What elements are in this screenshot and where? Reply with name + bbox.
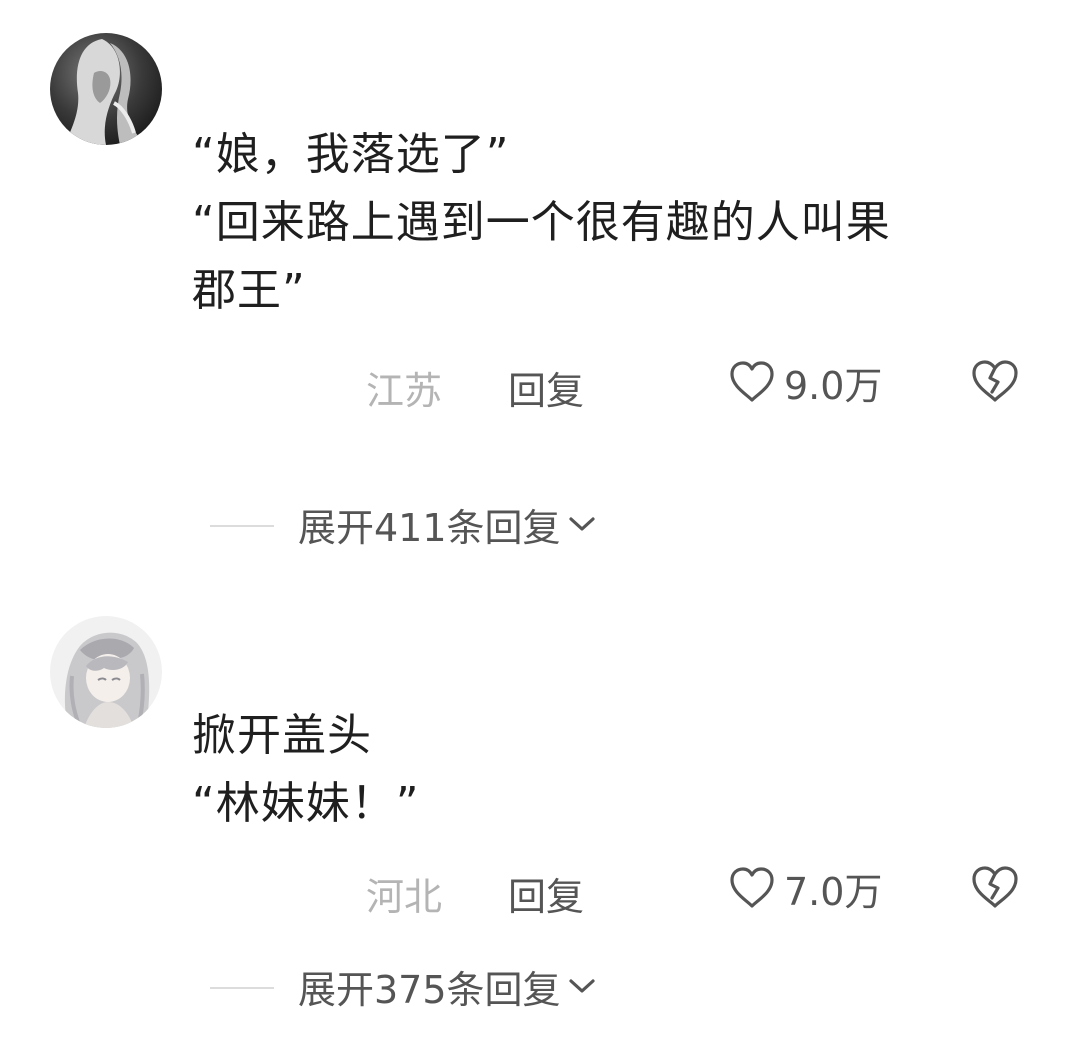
comment-meta: 河北 回复 7.0万 xyxy=(0,858,1080,921)
expand-replies-label: 展开375条回复 xyxy=(298,967,561,1012)
comment-text: “娘，我落选了” “回来路上遇到一个很有趣的人叫果 郡王” xyxy=(192,121,891,325)
avatar-image xyxy=(50,33,162,145)
expand-replies-label: 展开411条回复 xyxy=(298,505,561,550)
avatar[interactable] xyxy=(50,616,162,728)
comment-text: 掀开盖头 “林妹妹！” xyxy=(192,702,420,838)
heart-outline-icon xyxy=(730,867,774,908)
like-button[interactable]: 9.0万 xyxy=(728,352,882,412)
comment-item: 掀开盖头 “林妹妹！” 河北 回复 7.0万 展开375条回复 xyxy=(0,600,1080,1050)
like-count: 7.0万 xyxy=(784,869,883,914)
reply-button[interactable]: 回复 xyxy=(508,866,584,921)
comment-line: “林妹妹！” xyxy=(192,778,420,829)
divider-line xyxy=(210,987,274,989)
dislike-button[interactable] xyxy=(970,358,1020,404)
comment-line: 郡王” xyxy=(192,265,306,316)
divider-line xyxy=(210,525,274,527)
comment-item: “娘，我落选了” “回来路上遇到一个很有趣的人叫果 郡王” 江苏 回复 9.0万… xyxy=(0,0,1080,560)
expand-replies: 展开375条回复 xyxy=(0,956,1080,1016)
avatar[interactable] xyxy=(50,33,162,145)
expand-replies-button[interactable]: 展开375条回复 xyxy=(298,956,597,1016)
comment-line: 掀开盖头 xyxy=(192,710,372,761)
comment-meta: 江苏 回复 9.0万 xyxy=(0,352,1080,415)
broken-heart-icon xyxy=(972,360,1018,402)
chevron-down-icon xyxy=(568,979,595,993)
expand-replies-button[interactable]: 展开411条回复 xyxy=(298,494,597,554)
like-button[interactable]: 7.0万 xyxy=(728,858,882,918)
avatar-image xyxy=(50,616,162,728)
broken-heart-icon xyxy=(972,866,1018,908)
location-label: 江苏 xyxy=(366,369,443,413)
dislike-button[interactable] xyxy=(970,864,1020,910)
location-label: 河北 xyxy=(366,875,443,919)
expand-replies: 展开411条回复 xyxy=(0,494,1080,554)
chevron-down-icon xyxy=(568,517,595,531)
comment-line: “娘，我落选了” xyxy=(192,129,510,180)
comment-line: “回来路上遇到一个很有趣的人叫果 xyxy=(192,197,891,248)
like-count: 9.0万 xyxy=(784,363,883,408)
reply-button[interactable]: 回复 xyxy=(508,360,584,415)
heart-outline-icon xyxy=(730,361,774,402)
